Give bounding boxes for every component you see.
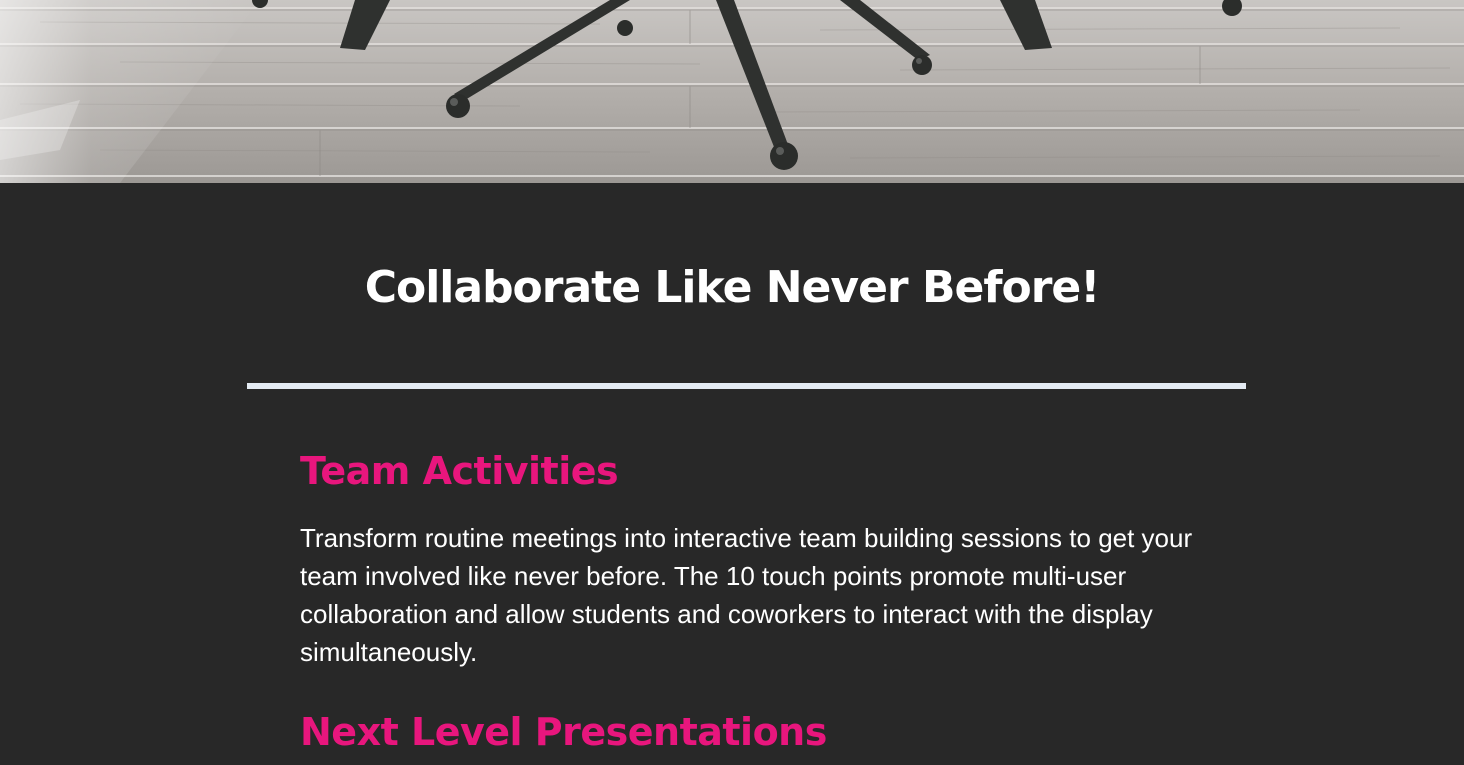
hero-image xyxy=(0,0,1464,183)
divider xyxy=(247,383,1246,389)
section-body-team-activities: Transform routine meetings into interact… xyxy=(300,523,1193,667)
section-heading-team-activities: Team Activities xyxy=(300,449,619,493)
content-section: Collaborate Like Never Before! Team Acti… xyxy=(0,183,1464,765)
section-heading-next-level-presentations: Next Level Presentations xyxy=(300,710,827,754)
page: Collaborate Like Never Before! Team Acti… xyxy=(0,0,1464,765)
page-title: Collaborate Like Never Before! xyxy=(364,262,1101,313)
